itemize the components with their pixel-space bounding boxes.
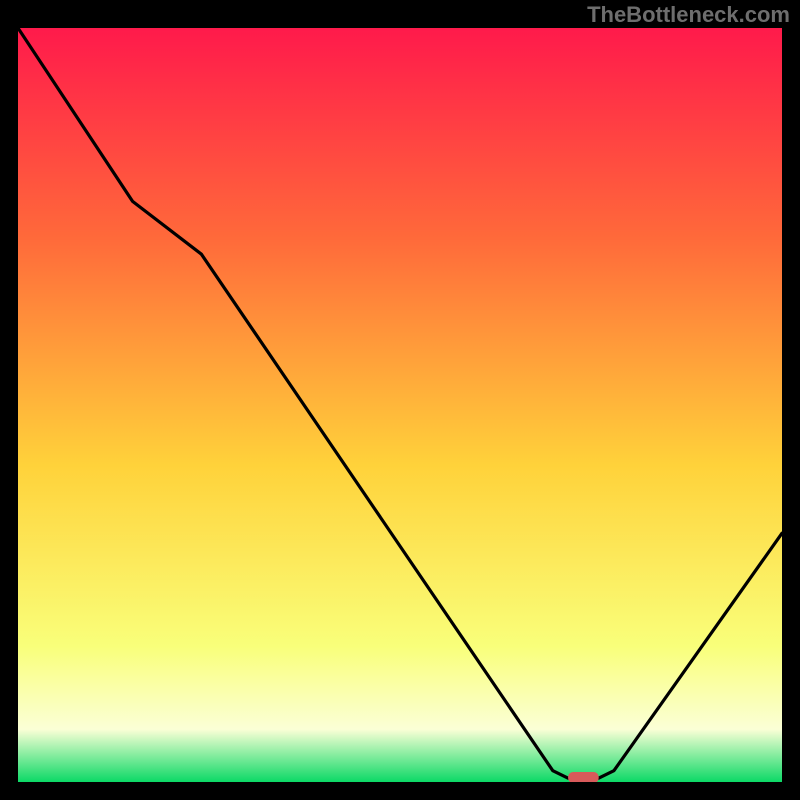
watermark-label: TheBottleneck.com [587,2,790,28]
optimal-marker [568,772,599,782]
gradient-background [18,28,782,782]
bottleneck-chart [18,28,782,782]
chart-stage: TheBottleneck.com [0,0,800,800]
